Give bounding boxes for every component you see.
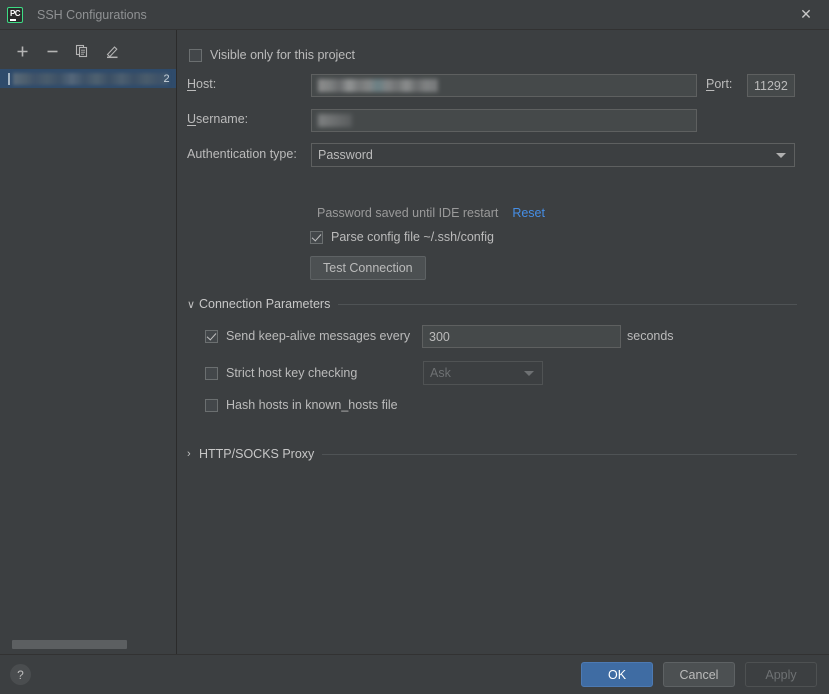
auth-type-label-wrap: Authentication type: [187,147,297,161]
ok-button[interactable]: OK [581,662,653,687]
chevron-down-icon [776,153,786,158]
configuration-form: Visible only for this project Host: Port… [177,30,829,655]
section-divider [338,303,797,305]
sidebar-horizontal-scrollbar[interactable] [0,640,177,649]
configurations-list: 2 [0,69,176,88]
hash-hosts-row: Hash hosts in known_hosts file [205,398,398,412]
chevron-right-icon: › [187,448,191,460]
redacted-username-value [318,114,352,127]
keepalive-checkbox[interactable] [205,329,218,343]
plus-icon [17,46,27,56]
dialog-body: 2 Visible only for this project Host: Po… [0,30,829,655]
proxy-section-header[interactable]: › HTTP/SOCKS Proxy [187,447,797,461]
copy-icon[interactable] [73,42,91,60]
remove-icon[interactable] [43,42,61,60]
help-button[interactable]: ? [10,664,31,685]
sidebar-toolbar [0,38,176,64]
host-label: Host: [187,77,217,91]
proxy-section-title: HTTP/SOCKS Proxy [199,447,315,461]
hash-hosts-checkbox[interactable] [205,398,218,412]
port-value: 11292 [754,78,788,93]
window-titlebar: PC SSH Configurations ✕ [0,0,829,30]
keepalive-label: Send keep-alive messages every [226,329,411,343]
hash-hosts-label: Hash hosts in known_hosts file [226,398,398,412]
auth-type-select[interactable]: Password [311,143,795,167]
visible-only-row: Visible only for this project [189,48,355,62]
cancel-button[interactable]: Cancel [663,662,735,687]
reset-password-link[interactable]: Reset [512,206,545,220]
host-label-wrap: Host: [187,77,216,91]
strict-host-select[interactable]: Ask [423,361,543,385]
port-input[interactable]: 11292 [747,74,795,97]
chevron-down-icon: ∨ [187,298,196,311]
password-hint-row: Password saved until IDE restart Reset [317,206,545,220]
strict-host-row: Strict host key checking [205,366,357,380]
redacted-config-name [12,72,168,85]
keepalive-interval-input[interactable]: 300 [422,325,621,348]
dialog-footer: ? OK Cancel Apply [0,654,829,694]
username-input[interactable] [311,109,697,132]
connection-parameters-section-header[interactable]: ∨ Connection Parameters [187,297,797,311]
auth-type-value: Password [318,148,373,162]
keepalive-value: 300 [429,329,450,344]
strict-host-checkbox[interactable] [205,366,218,380]
username-label: Username: [187,112,249,126]
text-caret [8,72,10,85]
parse-config-checkbox[interactable] [310,230,323,244]
pencil-icon [106,45,118,58]
footer-button-group: OK Cancel Apply [581,662,817,687]
scrollbar-thumb[interactable] [12,640,127,649]
parse-config-row: Parse config file ~/.ssh/config [310,230,494,244]
connection-parameters-title: Connection Parameters [199,297,331,311]
redacted-host-value [318,79,438,92]
port-label: Port: [706,77,733,91]
list-item[interactable]: 2 [0,69,176,88]
app-icon-text: PC [9,9,21,18]
visible-only-label: Visible only for this project [210,48,355,62]
auth-type-label: Authentication type: [187,147,297,161]
pycharm-app-icon: PC [7,6,23,23]
close-icon[interactable]: ✕ [783,0,829,29]
chevron-down-icon [524,371,534,376]
visible-only-checkbox[interactable] [189,48,202,62]
section-divider [322,453,797,455]
window-title: SSH Configurations [37,7,147,22]
strict-host-label: Strict host key checking [226,366,358,380]
host-input[interactable] [311,74,697,97]
parse-config-label: Parse config file ~/.ssh/config [331,230,494,244]
add-icon[interactable] [13,42,31,60]
configurations-sidebar: 2 [0,30,177,655]
apply-button: Apply [745,662,817,687]
keepalive-units-label: seconds [627,329,674,343]
keepalive-units-wrap: seconds [627,329,674,343]
list-item-label: 2 [163,72,170,85]
test-connection-button[interactable]: Test Connection [310,256,426,280]
minus-icon [47,50,57,52]
keepalive-row: Send keep-alive messages every [205,329,410,343]
port-label-wrap: Port: [706,77,732,91]
password-hint: Password saved until IDE restart [317,206,499,220]
duplicate-icon [75,44,88,58]
username-label-wrap: Username: [187,112,248,126]
edit-icon[interactable] [103,42,121,60]
strict-host-value: Ask [430,366,451,380]
